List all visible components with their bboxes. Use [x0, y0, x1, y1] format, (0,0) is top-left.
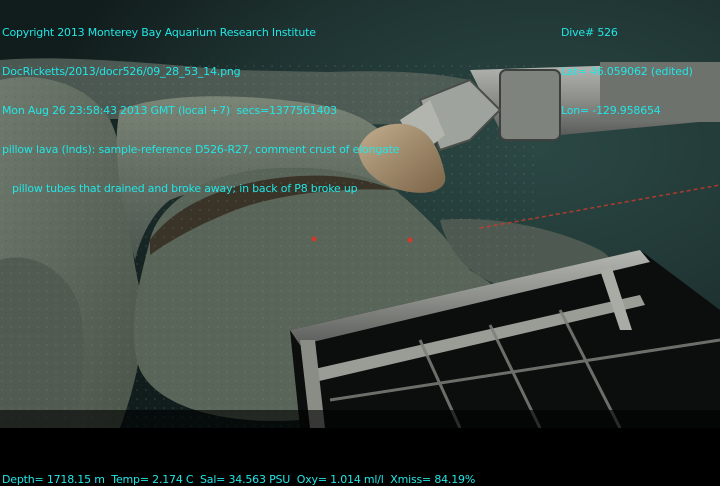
annotation-line-1: pillow lava (lnds): sample-reference D52…	[2, 143, 400, 156]
sensor-readout: Depth= 1718.15 m Temp= 2.174 C Sal= 34.5…	[2, 473, 476, 486]
copyright-line: Copyright 2013 Monterey Bay Aquarium Res…	[2, 26, 316, 39]
overlay-header-left: Copyright 2013 Monterey Bay Aquarium Res…	[2, 0, 400, 221]
longitude: Lon= -129.958654	[561, 104, 661, 117]
laser-dot	[407, 237, 413, 243]
laser-dot	[311, 236, 317, 242]
file-path-line: DocRicketts/2013/docr526/09_28_53_14.png	[2, 65, 241, 78]
rov-video-frame: Copyright 2013 Monterey Bay Aquarium Res…	[0, 0, 720, 486]
frame-bottom-shadow	[0, 410, 720, 428]
timestamp-line: Mon Aug 26 23:58:43 2013 GMT (local +7) …	[2, 104, 337, 117]
dive-number: Dive# 526	[561, 26, 618, 39]
latitude: Lat= 46.059062 (edited)	[561, 65, 693, 78]
annotation-line-2: pillow tubes that drained and broke away…	[12, 182, 358, 195]
overlay-header-right: Dive# 526 Lat= 46.059062 (edited) Lon= -…	[561, 0, 693, 143]
